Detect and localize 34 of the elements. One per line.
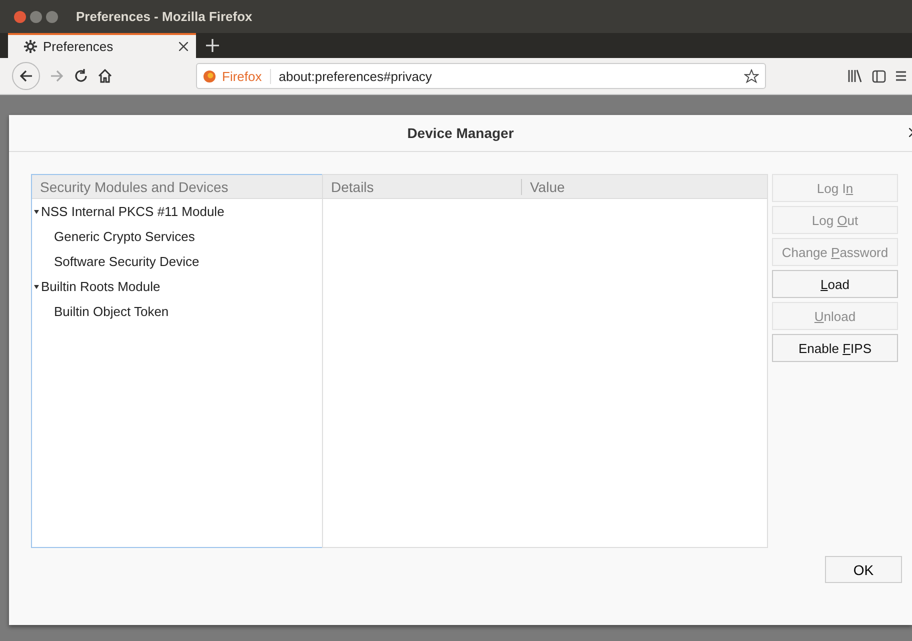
device-tree[interactable]: Security Modules and Devices NSS Internal PKCS #11 Module Generic Crypto Services Software Security Device Builtin Roots Module Builtin Object Token xyxy=(31,174,323,548)
column-header: Value xyxy=(529,178,566,194)
close-icon[interactable] xyxy=(179,42,188,51)
tree-item[interactable]: Builtin Object Token xyxy=(54,304,169,319)
tab-label: Preferences xyxy=(43,39,114,54)
expander-icon[interactable] xyxy=(34,284,39,288)
column-header: Details xyxy=(323,178,522,194)
minimize-icon[interactable] xyxy=(30,10,42,22)
address-field[interactable]: Firefox about:preferences#privacy xyxy=(196,63,766,89)
url-text: about:preferences#privacy xyxy=(278,68,433,84)
tree-item[interactable]: Software Security Device xyxy=(54,254,200,269)
ok-button[interactable]: OK xyxy=(825,556,902,583)
back-icon[interactable] xyxy=(12,62,40,90)
firefox-icon xyxy=(203,70,216,82)
dialog-title: Device Manager xyxy=(407,125,514,141)
maximize-icon[interactable] xyxy=(46,10,58,22)
dialog-button[interactable]: Enable FIPS xyxy=(772,334,898,362)
expander-icon[interactable] xyxy=(34,210,39,214)
gear-icon xyxy=(24,40,37,53)
tree-item[interactable]: Builtin Roots Module xyxy=(41,279,160,294)
tree-item[interactable]: Generic Crypto Services xyxy=(54,229,195,244)
window-title: Preferences - Mozilla Firefox xyxy=(76,9,252,24)
new-tab-icon[interactable] xyxy=(206,39,219,52)
menu-icon[interactable] xyxy=(896,70,906,82)
browser-tab[interactable]: Preferences xyxy=(8,33,196,58)
identity-label: Firefox xyxy=(222,68,271,84)
column-header: Security Modules and Devices xyxy=(32,175,322,199)
sidebar-icon[interactable] xyxy=(872,70,886,82)
library-icon[interactable] xyxy=(848,69,862,83)
home-icon[interactable] xyxy=(98,69,112,83)
dialog-button[interactable]: Load xyxy=(772,270,898,298)
tree-item[interactable]: NSS Internal PKCS #11 Module xyxy=(41,204,224,219)
reload-icon[interactable] xyxy=(74,69,88,83)
star-icon[interactable] xyxy=(744,68,759,84)
